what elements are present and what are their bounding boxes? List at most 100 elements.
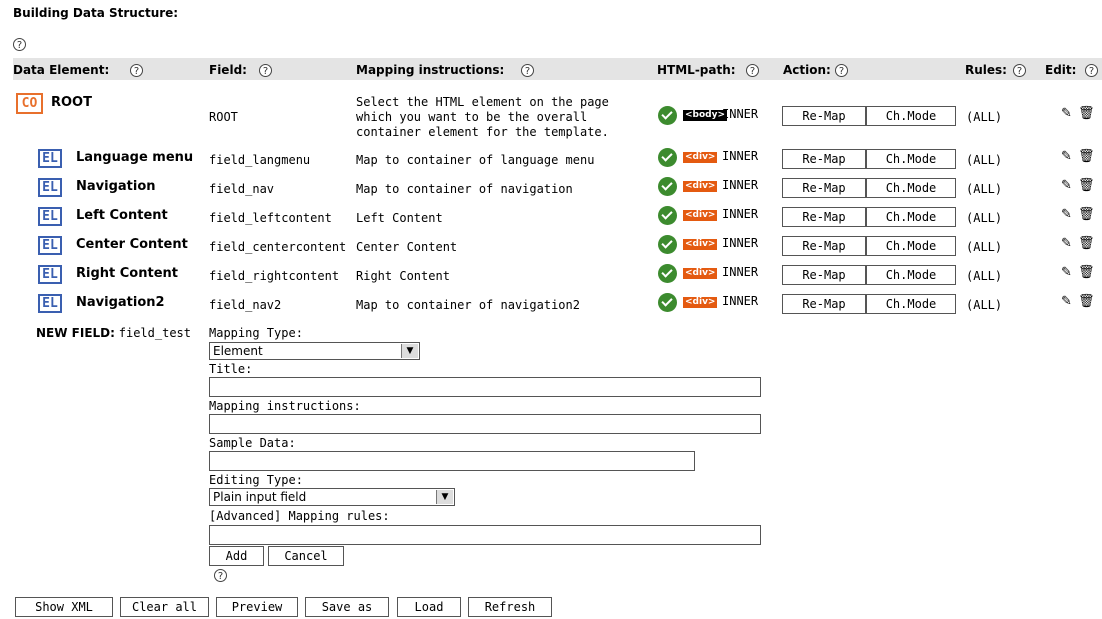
help-icon[interactable]: ? [746, 64, 759, 77]
help-icon[interactable]: ? [259, 64, 272, 77]
section-title: Building Data Structure: [13, 6, 179, 20]
mapping-mode: INNER [722, 236, 759, 250]
help-icon[interactable]: ? [1013, 64, 1026, 77]
change-mode-button[interactable]: Ch.Mode [866, 178, 956, 198]
trash-icon[interactable]: 🗑 [1078, 149, 1095, 164]
pencil-icon[interactable]: ✎ [1061, 178, 1072, 193]
html-tag[interactable]: <div> [683, 210, 718, 221]
mapping-instruction: Select the HTML element on the page which… [356, 95, 609, 139]
trash-icon[interactable]: 🗑 [1078, 207, 1095, 222]
mapping-type-label: Mapping Type: [209, 326, 303, 340]
pencil-icon[interactable]: ✎ [1061, 149, 1072, 164]
header-mapping-instructions: Mapping instructions: [356, 63, 505, 77]
rules-value: (ALL) [966, 110, 1003, 124]
editing-type-select[interactable]: Plain input field ▼ [209, 488, 455, 506]
table-header [13, 58, 1102, 80]
trash-icon[interactable]: 🗑 [1078, 106, 1095, 121]
mapping-mode: INNER [722, 178, 759, 192]
show-xml-button[interactable]: Show XML [15, 597, 113, 617]
check-icon [658, 148, 677, 167]
html-tag[interactable]: <body> [683, 110, 728, 121]
sample-data-label: Sample Data: [209, 436, 296, 450]
help-icon[interactable]: ? [835, 64, 848, 77]
html-tag[interactable]: <div> [683, 268, 718, 279]
help-icon[interactable]: ? [1085, 64, 1098, 77]
element-name: Right Content [76, 266, 178, 281]
change-mode-button[interactable]: Ch.Mode [866, 236, 956, 256]
help-icon[interactable]: ? [521, 64, 534, 77]
change-mode-button[interactable]: Ch.Mode [866, 265, 956, 285]
save-as-button[interactable]: Save as [305, 597, 389, 617]
remap-button[interactable]: Re-Map [782, 149, 866, 169]
element-badge: EL [38, 149, 62, 168]
remap-button[interactable]: Re-Map [782, 207, 866, 227]
check-icon [658, 206, 677, 225]
check-icon [658, 106, 677, 125]
preview-button[interactable]: Preview [216, 597, 298, 617]
help-icon[interactable]: ? [130, 64, 143, 77]
change-mode-button[interactable]: Ch.Mode [866, 106, 956, 126]
element-badge: EL [38, 236, 62, 255]
help-icon[interactable]: ? [214, 569, 227, 582]
mapping-instruction: Left Content [356, 211, 443, 225]
check-icon [658, 264, 677, 283]
help-icon[interactable]: ? [13, 38, 26, 51]
mapping-instruction: Center Content [356, 240, 458, 254]
pencil-icon[interactable]: ✎ [1061, 106, 1072, 121]
title-label: Title: [209, 362, 253, 376]
refresh-button[interactable]: Refresh [468, 597, 552, 617]
pencil-icon[interactable]: ✎ [1061, 236, 1072, 251]
remap-button[interactable]: Re-Map [782, 178, 866, 198]
title-input[interactable] [209, 377, 761, 397]
check-icon [658, 177, 677, 196]
advanced-rules-input[interactable] [209, 525, 761, 545]
check-icon [658, 235, 677, 254]
rules-value: (ALL) [966, 269, 1003, 283]
header-edit: Edit: [1045, 63, 1077, 77]
remap-button[interactable]: Re-Map [782, 265, 866, 285]
load-button[interactable]: Load [397, 597, 461, 617]
remap-button[interactable]: Re-Map [782, 106, 866, 126]
element-badge: EL [38, 178, 62, 197]
remap-button[interactable]: Re-Map [782, 236, 866, 256]
clear-all-button[interactable]: Clear all [120, 597, 209, 617]
trash-icon[interactable]: 🗑 [1078, 236, 1095, 251]
html-tag[interactable]: <div> [683, 297, 718, 308]
mapping-mode: INNER [722, 294, 759, 308]
new-field-label: NEW FIELD: field_test [36, 326, 191, 340]
rules-value: (ALL) [966, 153, 1003, 167]
add-button[interactable]: Add [209, 546, 264, 566]
element-name: Center Content [76, 237, 188, 252]
pencil-icon[interactable]: ✎ [1061, 294, 1072, 309]
html-tag[interactable]: <div> [683, 152, 718, 163]
pencil-icon[interactable]: ✎ [1061, 207, 1072, 222]
mapping-mode: INNER [722, 265, 759, 279]
element-badge: EL [38, 294, 62, 313]
html-tag[interactable]: <div> [683, 181, 718, 192]
header-action: Action: [783, 63, 831, 77]
header-html-path: HTML-path: [657, 63, 736, 77]
header-field: Field: [209, 63, 247, 77]
header-rules: Rules: [965, 63, 1007, 77]
cancel-button[interactable]: Cancel [268, 546, 344, 566]
sample-data-input[interactable] [209, 451, 695, 471]
mapping-instruction: Map to container of navigation [356, 182, 573, 196]
mapping-instructions-input[interactable] [209, 414, 761, 434]
element-badge: EL [38, 265, 62, 284]
chevron-down-icon: ▼ [436, 490, 453, 504]
html-tag[interactable]: <div> [683, 239, 718, 250]
mapping-type-select[interactable]: Element ▼ [209, 342, 420, 360]
field-name: field_rightcontent [209, 269, 340, 283]
change-mode-button[interactable]: Ch.Mode [866, 149, 956, 169]
advanced-rules-label: [Advanced] Mapping rules: [209, 509, 390, 523]
field-name: field_langmenu [209, 153, 311, 167]
remap-button[interactable]: Re-Map [782, 294, 866, 314]
field-name: field_nav2 [209, 298, 282, 312]
change-mode-button[interactable]: Ch.Mode [866, 294, 956, 314]
field-name: field_centercontent [209, 240, 347, 254]
trash-icon[interactable]: 🗑 [1078, 178, 1095, 193]
trash-icon[interactable]: 🗑 [1078, 294, 1095, 309]
change-mode-button[interactable]: Ch.Mode [866, 207, 956, 227]
pencil-icon[interactable]: ✎ [1061, 265, 1072, 280]
trash-icon[interactable]: 🗑 [1078, 265, 1095, 280]
